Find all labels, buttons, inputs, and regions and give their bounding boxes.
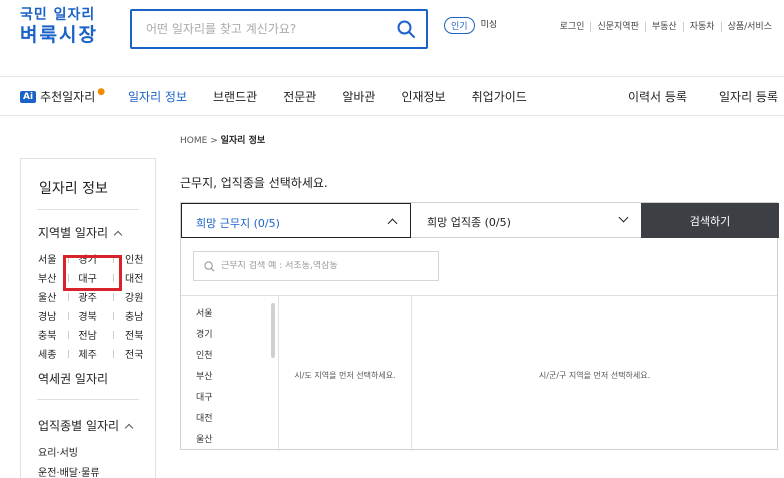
region-gangwon[interactable]: 강원 — [111, 289, 148, 304]
search-icon[interactable] — [396, 19, 416, 39]
breadcrumb: HOME > 일자리 정보 — [180, 133, 265, 146]
sigungu-empty-message: 시/도 지역을 먼저 선택하세요. — [294, 371, 396, 380]
ai-recommend-label: 추천일자리 — [40, 90, 96, 104]
city-daegu[interactable]: 대구 — [196, 390, 213, 403]
gnb-right: 이력서 등록 일자리 등록 — [596, 88, 778, 105]
region-chungnam[interactable]: 충남 — [111, 308, 148, 323]
main-navigation: Ai 추천일자리 ● 일자리 정보 브랜드관 전문관 알바관 인재정보 취업가이… — [0, 76, 784, 116]
gnb-menu: 일자리 정보 브랜드관 전문관 알바관 인재정보 취업가이드 — [128, 88, 553, 105]
popular-keywords[interactable]: 인기 미싱 — [444, 17, 497, 34]
chevron-up-icon — [387, 218, 398, 229]
util-car[interactable]: 자동차 — [682, 22, 721, 32]
breadcrumb-home[interactable]: HOME — [180, 136, 207, 146]
city-daejeon[interactable]: 대전 — [196, 411, 213, 424]
chevron-down-icon — [618, 212, 629, 223]
job-item-driving[interactable]: 운전·배달·물류 — [38, 464, 100, 478]
nav-parttime[interactable]: 알바관 — [342, 88, 375, 105]
job-select[interactable]: 희망 업직종 (0/5) — [411, 203, 641, 238]
sidebar-title: 일자리 정보 — [39, 181, 108, 197]
region-row: 경남 경북 충남 — [38, 306, 148, 325]
area-columns: 서울 경기 인천 부산 대구 대전 울산 시/도 지역을 먼저 선택하세요. 시… — [181, 295, 777, 451]
search-button[interactable]: 검색하기 — [641, 203, 779, 238]
job-section-title: 업직종별 일자리 — [38, 419, 120, 433]
nav-job-register[interactable]: 일자리 등록 — [719, 88, 778, 105]
job-section-toggle[interactable]: 업직종별 일자리 — [38, 417, 134, 434]
region-section-toggle[interactable]: 지역별 일자리 — [38, 224, 123, 241]
main-search-box — [130, 9, 428, 49]
nav-talent[interactable]: 인재정보 — [401, 88, 445, 105]
region-row: 충북 전남 전북 — [38, 325, 148, 344]
city-incheon[interactable]: 인천 — [196, 348, 213, 361]
city-seoul[interactable]: 서울 — [196, 306, 213, 319]
region-section-title: 지역별 일자리 — [38, 226, 109, 240]
highlight-box — [63, 255, 122, 291]
sidebar-divider — [37, 399, 139, 400]
search-panel: 희망 근무지 (0/5) 희망 업직종 (0/5) 검색하기 서울 경기 인천 … — [180, 202, 779, 451]
sidebar: 일자리 정보 지역별 일자리 서울 경기 인천 부산 대구 대전 울산 광주 강… — [20, 158, 156, 478]
search-icon — [204, 260, 215, 271]
city-ulsan[interactable]: 울산 — [196, 432, 213, 445]
new-dot-icon: ● — [97, 86, 106, 97]
city-gyeonggi[interactable]: 경기 — [196, 327, 213, 340]
sido-scrollbar[interactable] — [271, 303, 275, 358]
chevron-up-icon — [113, 230, 123, 239]
region-row: 세종 제주 전국 — [38, 344, 148, 363]
logo-line1: 국민 일자리 — [20, 7, 96, 23]
dong-list: 시/군/구 지역을 먼저 선택하세요. — [412, 296, 777, 451]
util-realestate[interactable]: 부동산 — [644, 22, 683, 32]
nav-job-info[interactable]: 일자리 정보 — [128, 88, 187, 105]
area-select-label: 희망 근무지 (0/5) — [196, 217, 280, 230]
sidebar-divider — [37, 209, 139, 210]
popular-badge: 인기 — [444, 17, 475, 34]
region-jeju[interactable]: 제주 — [68, 346, 111, 361]
station-section-title: 역세권 일자리 — [38, 372, 109, 386]
util-newspaper[interactable]: 신문지역판 — [590, 22, 644, 32]
region-gwangju[interactable]: 광주 — [68, 289, 111, 304]
region-gyeongbuk[interactable]: 경북 — [68, 308, 111, 323]
main-search-input[interactable] — [132, 11, 382, 47]
chevron-up-icon — [124, 423, 134, 432]
region-jeonnam[interactable]: 전남 — [68, 327, 111, 342]
job-item-cooking[interactable]: 요리·서빙 — [38, 444, 78, 459]
popular-keyword[interactable]: 미싱 — [481, 20, 498, 31]
util-login[interactable]: 로그인 — [554, 22, 591, 32]
nav-career-guide[interactable]: 취업가이드 — [472, 88, 527, 105]
ai-icon: Ai — [20, 90, 37, 103]
sido-list: 서울 경기 인천 부산 대구 대전 울산 — [181, 296, 279, 451]
breadcrumb-current: 일자리 정보 — [220, 136, 266, 146]
city-busan[interactable]: 부산 — [196, 369, 213, 382]
utility-links: 로그인 신문지역판 부동산 자동차 상품/서비스 — [554, 22, 778, 32]
breadcrumb-sep: > — [210, 136, 218, 146]
area-search-input[interactable] — [221, 261, 421, 271]
nav-resume-register[interactable]: 이력서 등록 — [628, 88, 687, 105]
nav-specialty[interactable]: 전문관 — [283, 88, 316, 105]
area-select[interactable]: 희망 근무지 (0/5) — [181, 203, 411, 238]
logo-line2: 벼룩시장 — [20, 24, 98, 46]
job-select-label: 희망 업직종 (0/5) — [427, 216, 511, 229]
nav-brand[interactable]: 브랜드관 — [213, 88, 257, 105]
util-goods[interactable]: 상품/서비스 — [720, 22, 778, 32]
ai-recommend-link[interactable]: Ai 추천일자리 ● — [20, 86, 106, 105]
region-nationwide[interactable]: 전국 — [111, 346, 148, 361]
sigungu-list: 시/도 지역을 먼저 선택하세요. — [279, 296, 412, 451]
station-section-link[interactable]: 역세권 일자리 — [38, 370, 108, 387]
site-logo[interactable]: 국민 일자리 벼룩시장 — [20, 8, 98, 45]
region-jeonbuk[interactable]: 전북 — [111, 327, 148, 342]
area-search-box — [193, 251, 439, 281]
page-title: 근무지, 업직종을 선택하세요. — [180, 176, 328, 190]
dong-empty-message: 시/군/구 지역을 먼저 선택하세요. — [538, 371, 651, 380]
